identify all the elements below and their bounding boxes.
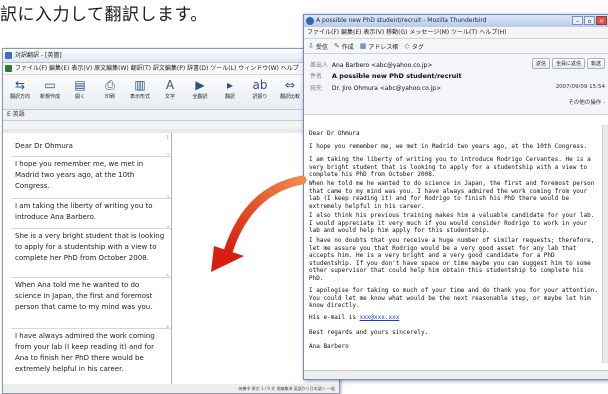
- red-arrow-icon: [211, 175, 307, 272]
